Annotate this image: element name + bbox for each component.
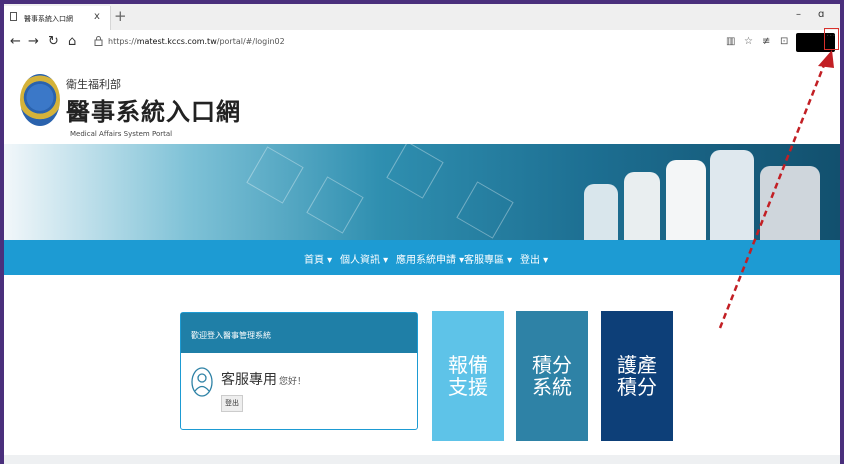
annotation-arrow bbox=[718, 50, 834, 329]
